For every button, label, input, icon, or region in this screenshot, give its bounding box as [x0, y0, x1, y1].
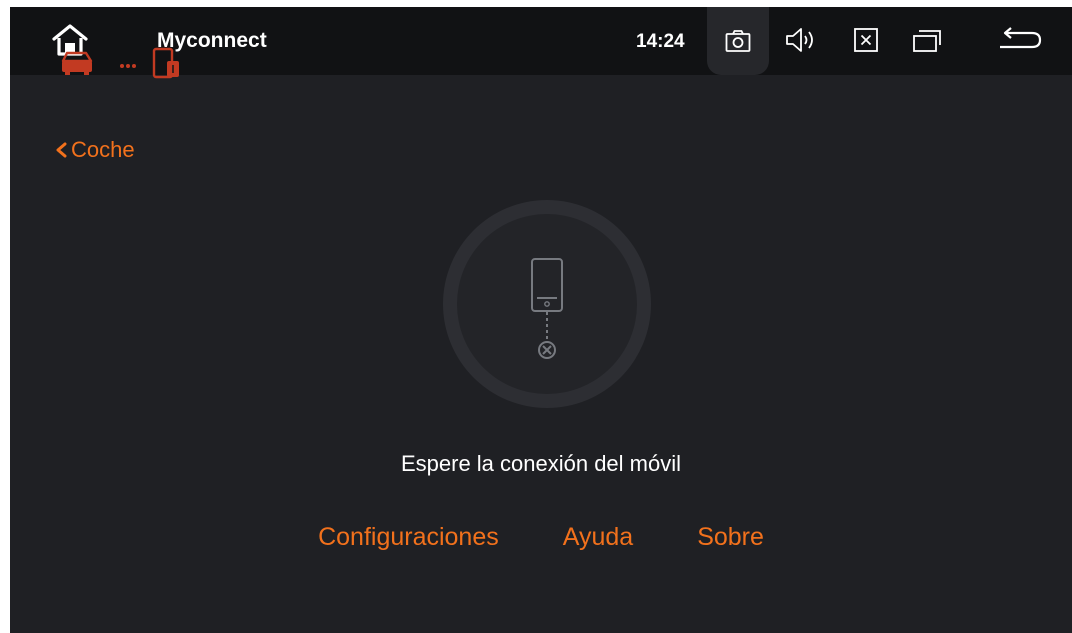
settings-link[interactable]: Configuraciones: [318, 523, 499, 552]
status-bar: Myconnect 14:24: [10, 7, 1072, 79]
close-app-button[interactable]: [845, 19, 887, 61]
about-link[interactable]: Sobre: [697, 523, 764, 552]
volume-icon: [786, 28, 813, 52]
connection-status-text: Espere la conexión del móvil: [400, 451, 682, 476]
back-button[interactable]: [990, 19, 1050, 61]
recent-apps-icon: [913, 30, 941, 52]
phone-disconnected-icon: [531, 258, 563, 359]
app-title: Myconnect: [157, 29, 267, 52]
help-link[interactable]: Ayuda: [563, 523, 633, 552]
recent-apps-button[interactable]: [906, 19, 948, 61]
back-link-label: Coche: [71, 137, 135, 162]
camera-icon: [725, 30, 751, 52]
chevron-left-icon: [56, 142, 67, 158]
connection-status-inner: [457, 214, 637, 394]
close-box-icon: [854, 28, 878, 52]
footer-links: Configuraciones Ayuda Sobre: [10, 523, 1072, 552]
volume-button[interactable]: [780, 19, 822, 61]
status-clock: 14:24: [636, 31, 685, 52]
back-to-car-link[interactable]: Coche: [55, 137, 135, 163]
screenshot-button[interactable]: [707, 7, 769, 75]
app-screen: Myconnect 14:24 Coche Espere la conexión…: [10, 7, 1072, 633]
connection-status-graphic: [443, 200, 651, 408]
back-icon: [1000, 27, 1042, 49]
